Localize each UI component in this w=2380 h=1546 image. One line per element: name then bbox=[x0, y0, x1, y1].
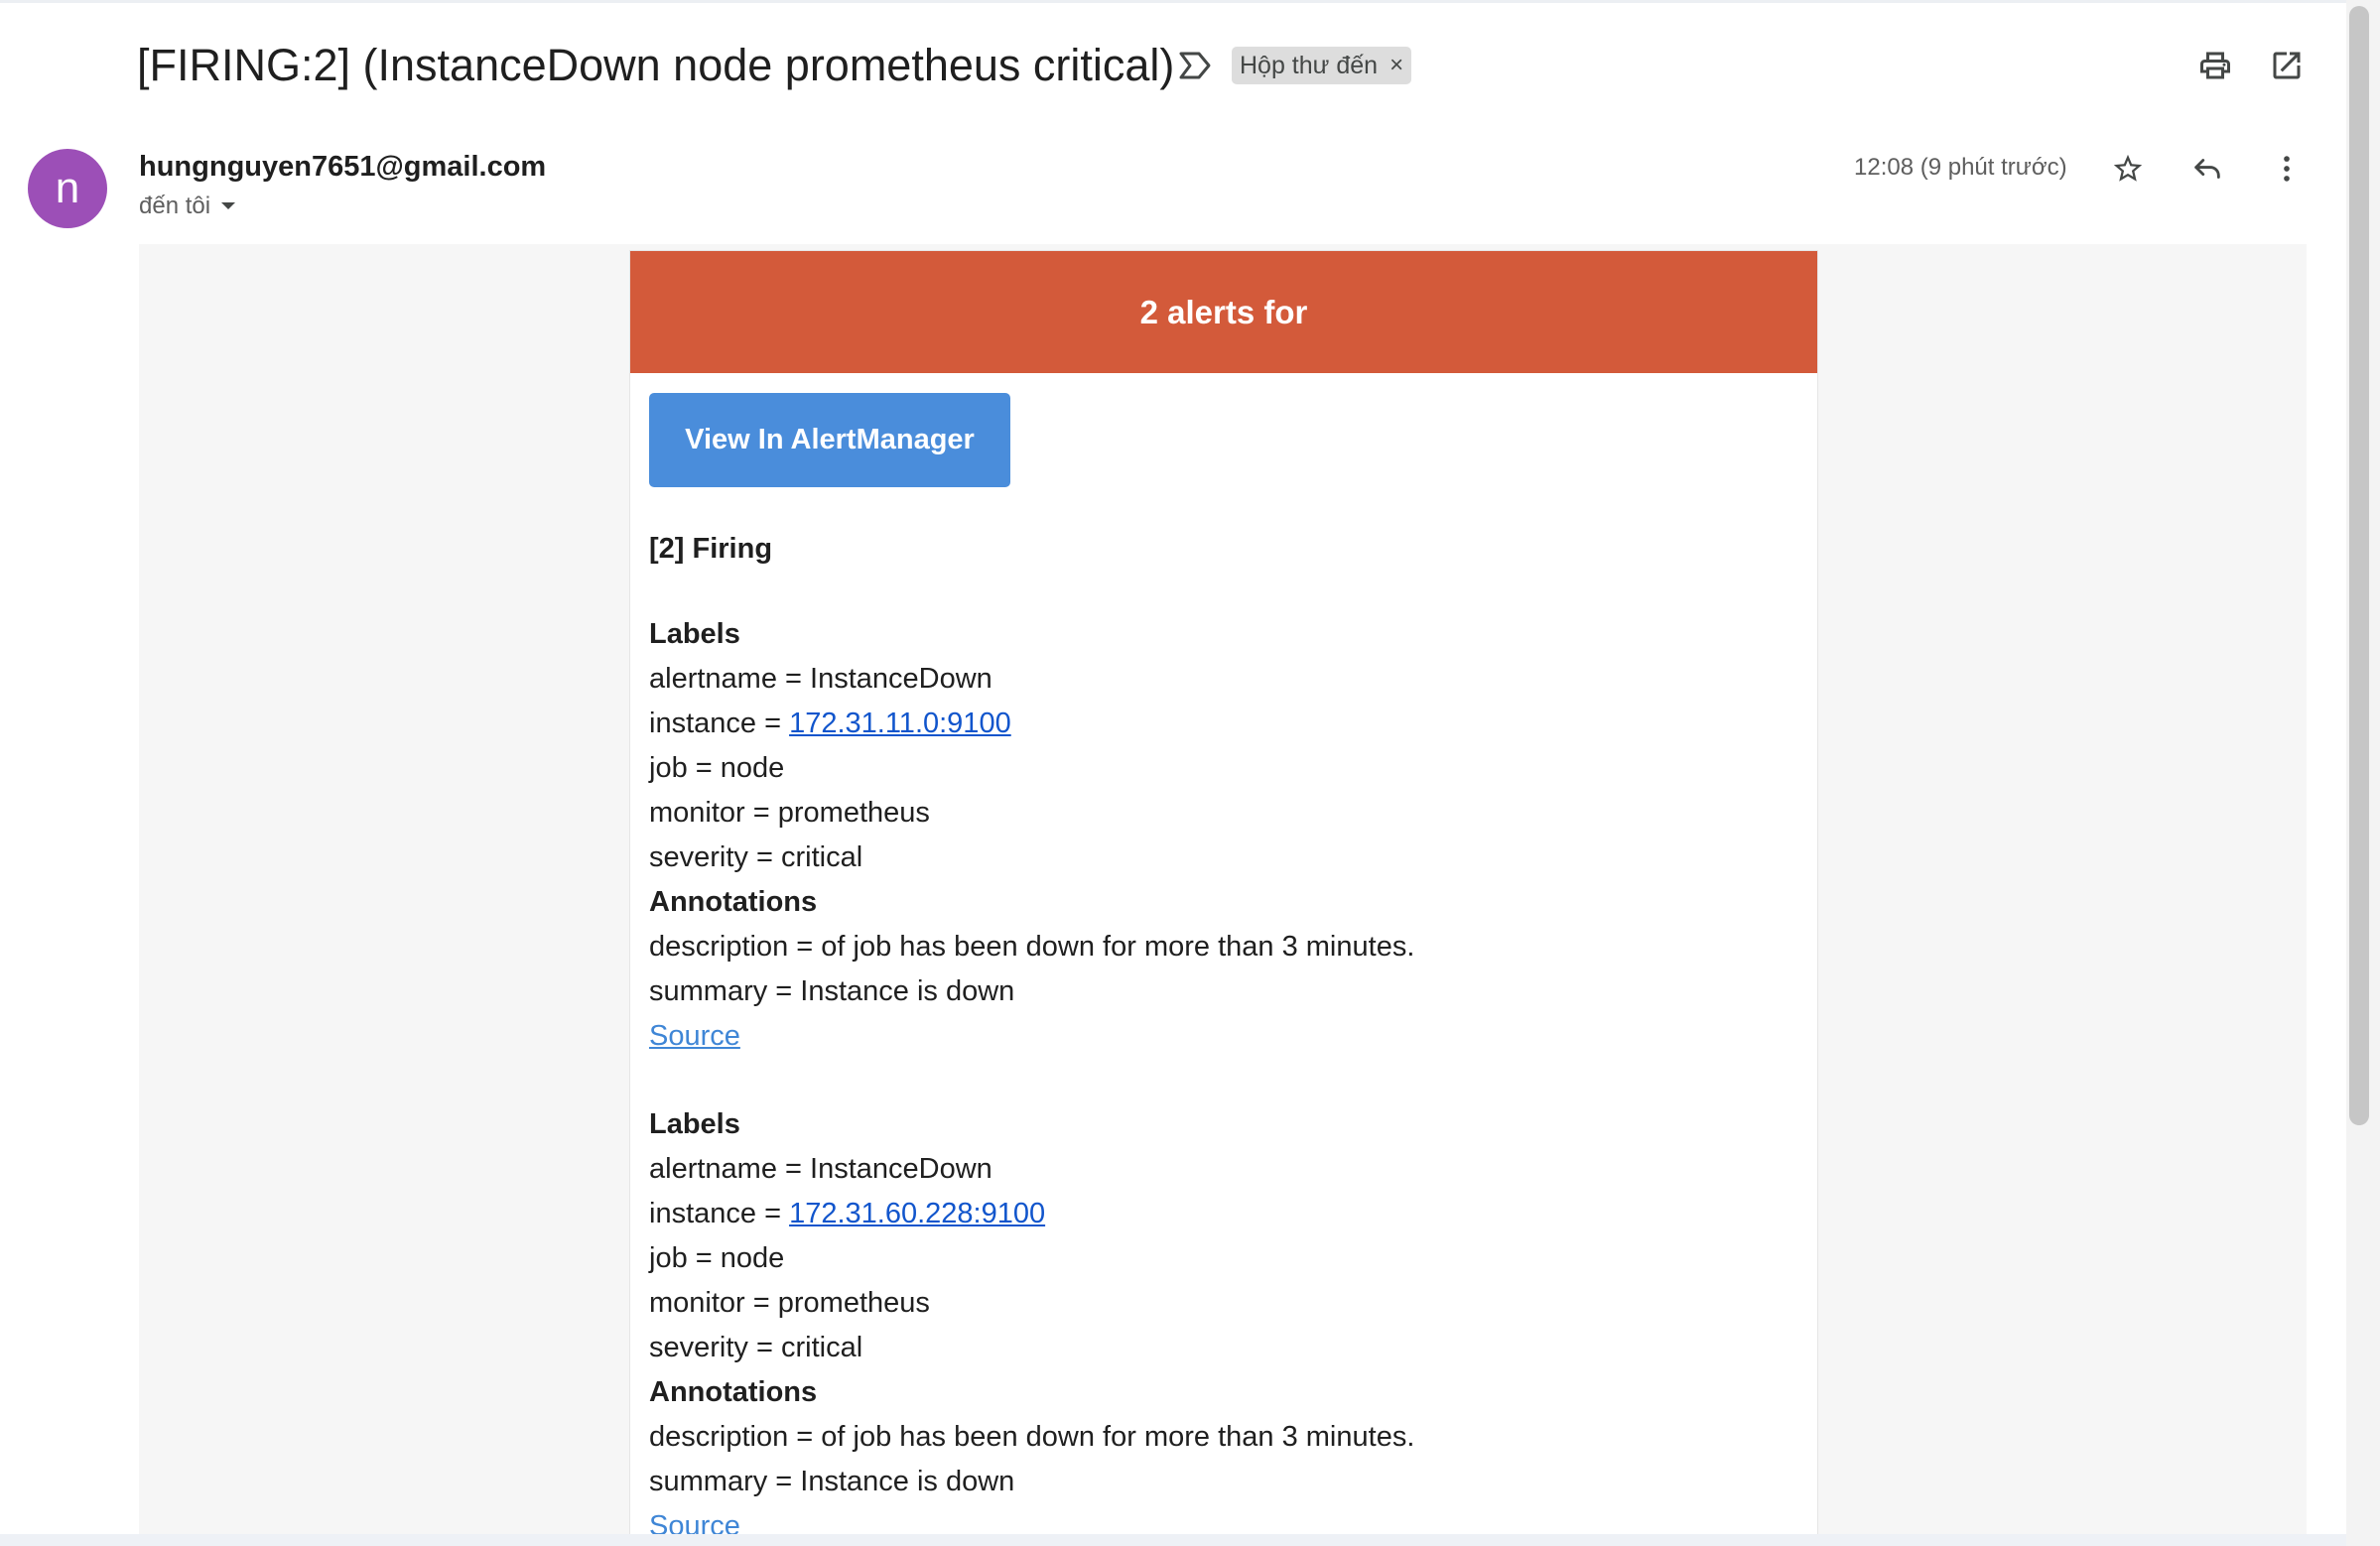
recipient-label: đến tôi bbox=[139, 193, 211, 219]
label-severity: severity = critical bbox=[649, 841, 863, 873]
annotation-description: description = of job has been down for m… bbox=[649, 1421, 1415, 1453]
reply-icon[interactable] bbox=[2185, 147, 2229, 191]
more-vert-icon[interactable] bbox=[2265, 147, 2309, 191]
sender-email[interactable]: hungnguyen7651@gmail.com bbox=[139, 151, 546, 184]
instance-link[interactable]: 172.31.11.0:9100 bbox=[789, 708, 1011, 739]
firing-heading: [2] Firing bbox=[649, 533, 773, 565]
annotation-summary: summary = Instance is down bbox=[649, 1466, 1015, 1497]
alert-card-body: View In AlertManager [2] Firing Labels a… bbox=[630, 373, 1817, 1534]
label-alertname: alertname = InstanceDown bbox=[649, 1153, 992, 1185]
label-instance: instance = 172.31.11.0:9100 bbox=[649, 702, 1817, 746]
label-instance: instance = 172.31.60.228:9100 bbox=[649, 1192, 1817, 1236]
labels-heading: Labels bbox=[649, 618, 740, 650]
instance-link[interactable]: 172.31.60.228:9100 bbox=[789, 1198, 1045, 1229]
recipient-details-toggle[interactable]: đến tôi bbox=[139, 193, 236, 220]
view-in-alertmanager-button[interactable]: View In AlertManager bbox=[649, 393, 1010, 487]
message-body: 2 alerts for View In AlertManager [2] Fi… bbox=[139, 244, 2307, 1534]
chevron-down-icon bbox=[221, 202, 236, 209]
label-alertname: alertname = InstanceDown bbox=[649, 663, 992, 695]
annotation-summary: summary = Instance is down bbox=[649, 975, 1015, 1007]
important-marker-icon[interactable] bbox=[1177, 50, 1213, 81]
source-link[interactable]: Source bbox=[649, 1510, 740, 1534]
inbox-label-chip: Hộp thư đến × bbox=[1232, 47, 1412, 84]
label-monitor: monitor = prometheus bbox=[649, 1287, 930, 1319]
annotation-description: description = of job has been down for m… bbox=[649, 931, 1415, 963]
alert-banner: 2 alerts for bbox=[630, 251, 1817, 373]
bottom-divider bbox=[0, 1534, 2380, 1546]
top-divider bbox=[0, 0, 2346, 3]
label-monitor: monitor = prometheus bbox=[649, 797, 930, 829]
avatar[interactable]: n bbox=[28, 149, 107, 228]
label-job: job = node bbox=[649, 752, 785, 784]
annotations-heading: Annotations bbox=[649, 1376, 818, 1408]
scrollbar-thumb[interactable] bbox=[2349, 6, 2369, 1125]
annotations-heading: Annotations bbox=[649, 886, 818, 918]
open-in-new-window-icon[interactable] bbox=[2265, 44, 2309, 87]
alert-card: 2 alerts for View In AlertManager [2] Fi… bbox=[629, 250, 1818, 1534]
label-job: job = node bbox=[649, 1242, 785, 1274]
label-instance-key: instance = bbox=[649, 708, 790, 739]
labels-heading: Labels bbox=[649, 1108, 740, 1140]
label-severity: severity = critical bbox=[649, 1332, 863, 1363]
inbox-label-text: Hộp thư đến bbox=[1240, 51, 1379, 79]
alert-item: Labels alertname = InstanceDown instance… bbox=[649, 1102, 1817, 1534]
print-icon[interactable] bbox=[2193, 44, 2237, 87]
star-icon[interactable] bbox=[2106, 147, 2150, 191]
remove-label-icon[interactable]: × bbox=[1389, 52, 1403, 79]
email-subject: [FIRING:2] (InstanceDown node prometheus… bbox=[137, 40, 1175, 90]
email-timestamp: 12:08 (9 phút trước) bbox=[1854, 154, 2067, 181]
source-link[interactable]: Source bbox=[649, 1020, 740, 1052]
alert-item: Labels alertname = InstanceDown instance… bbox=[649, 612, 1817, 1059]
label-instance-key: instance = bbox=[649, 1198, 790, 1229]
